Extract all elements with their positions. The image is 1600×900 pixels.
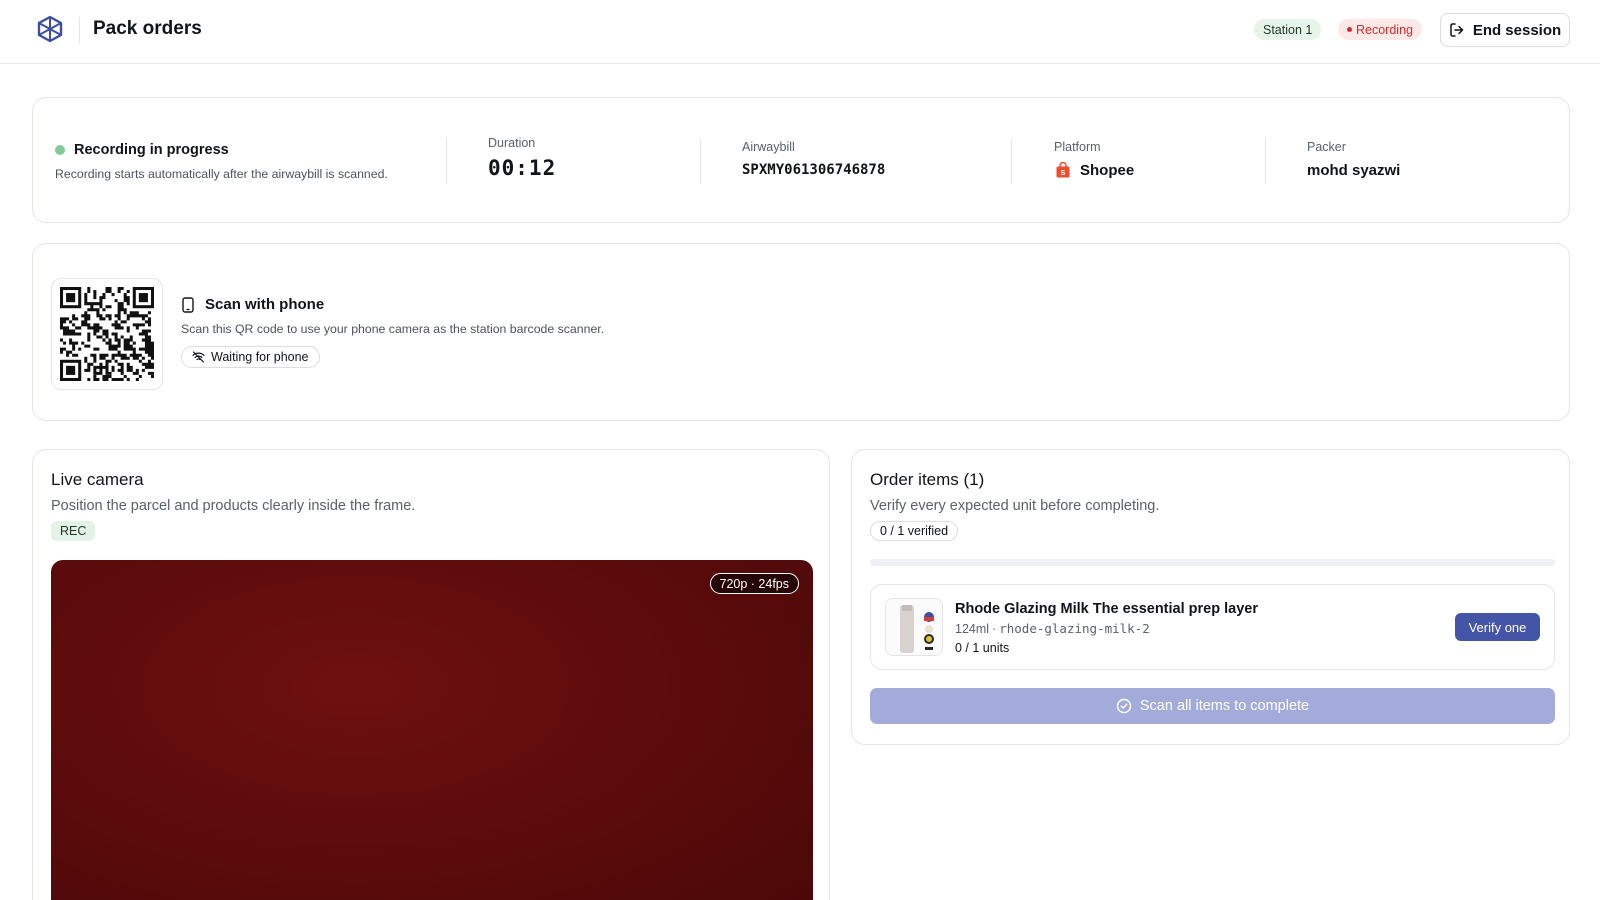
recording-dot-icon: [1347, 27, 1352, 32]
phone-connection-status: Waiting for phone: [181, 346, 320, 368]
airwaybill-value: SPXMY061306746878: [742, 162, 886, 178]
recording-status-title: Recording in progress: [74, 142, 229, 158]
resolution-badge: 720p · 24fps: [709, 573, 799, 594]
status-dot-icon: [55, 145, 65, 155]
item-meta: 124ml · rhode-glazing-milk-2: [955, 621, 1150, 636]
wifi-off-icon: [192, 351, 205, 363]
duration-stat: Duration 00:12: [488, 136, 556, 180]
qr-code: [51, 278, 163, 390]
camera-feed: 720p · 24fps: [51, 560, 813, 900]
platform-stat: Platform S Shopee: [1054, 140, 1134, 179]
divider: [1011, 138, 1012, 184]
app-logo-icon: [37, 15, 63, 43]
live-camera-subtitle: Position the parcel and products clearly…: [51, 498, 416, 514]
duration-label: Duration: [488, 136, 536, 150]
order-items-title: Order items (1): [870, 470, 985, 489]
header-divider: [79, 17, 80, 43]
platform-label: Platform: [1054, 140, 1101, 154]
verify-one-button[interactable]: Verify one: [1455, 613, 1540, 641]
page-title: Pack orders: [93, 18, 202, 39]
phone-scanner-title: Scan with phone: [205, 296, 325, 313]
item-size: 124ml: [955, 621, 990, 636]
logout-icon: [1450, 23, 1464, 37]
station-badge: Station 1: [1254, 19, 1322, 40]
phone-scanner-subtitle: Scan this QR code to use your phone came…: [181, 322, 605, 336]
complete-button-label: Scan all items to complete: [1139, 698, 1310, 714]
duration-value: 00:12: [488, 156, 557, 180]
platform-value: Shopee: [1080, 161, 1135, 179]
live-camera-title: Live camera: [51, 470, 144, 489]
packer-stat: Packer mohd syazwi: [1307, 140, 1400, 179]
order-items-subtitle: Verify every expected unit before comple…: [870, 498, 1160, 514]
end-session-button[interactable]: End session: [1440, 13, 1570, 47]
check-circle-icon: [1116, 698, 1132, 714]
item-units: 0 / 1 units: [955, 641, 1010, 655]
product-thumbnail: [885, 598, 943, 656]
recording-status: Recording in progress Recording starts a…: [55, 142, 388, 181]
list-item: Rhode Glazing Milk The essential prep la…: [870, 584, 1555, 670]
shopee-bag-icon: S: [1056, 161, 1070, 178]
meta-separator: ·: [992, 621, 997, 636]
order-items-card: Order items (1) Verify every expected un…: [851, 449, 1570, 745]
svg-text:S: S: [1060, 169, 1065, 177]
recording-status-subtitle: Recording starts automatically after the…: [55, 167, 388, 181]
phone-scanner-card: Scan with phone Scan this QR code to use…: [32, 243, 1570, 421]
divider: [446, 138, 447, 184]
live-camera-card: Live camera Position the parcel and prod…: [32, 449, 830, 900]
recording-badge: Recording: [1338, 19, 1422, 40]
end-session-label: End session: [1472, 21, 1562, 39]
divider: [700, 138, 701, 184]
complete-button[interactable]: Scan all items to complete: [870, 688, 1555, 724]
qr-code-icon: [60, 287, 154, 381]
packer-label: Packer: [1307, 140, 1346, 154]
phone-connection-label: Waiting for phone: [211, 350, 309, 364]
verification-progress-bar: [870, 559, 1555, 566]
phone-scanner-info: Scan with phone Scan this QR code to use…: [181, 296, 604, 368]
rec-tag: REC: [51, 521, 96, 541]
divider: [1265, 138, 1266, 184]
recording-badge-label: Recording: [1356, 22, 1413, 37]
packer-value: mohd syazwi: [1307, 162, 1401, 179]
item-name: Rhode Glazing Milk The essential prep la…: [955, 601, 1258, 617]
product-bottle-icon: [886, 599, 942, 655]
airwaybill-stat: Airwaybill SPXMY061306746878: [742, 140, 885, 178]
smartphone-icon: [182, 296, 194, 313]
app-header: Pack orders Station 1 Recording End sess…: [0, 0, 1600, 64]
item-sku: rhode-glazing-milk-2: [999, 621, 1150, 636]
verified-count-badge: 0 / 1 verified: [870, 521, 959, 541]
recording-status-card: Recording in progress Recording starts a…: [32, 97, 1570, 223]
airwaybill-label: Airwaybill: [742, 140, 795, 154]
